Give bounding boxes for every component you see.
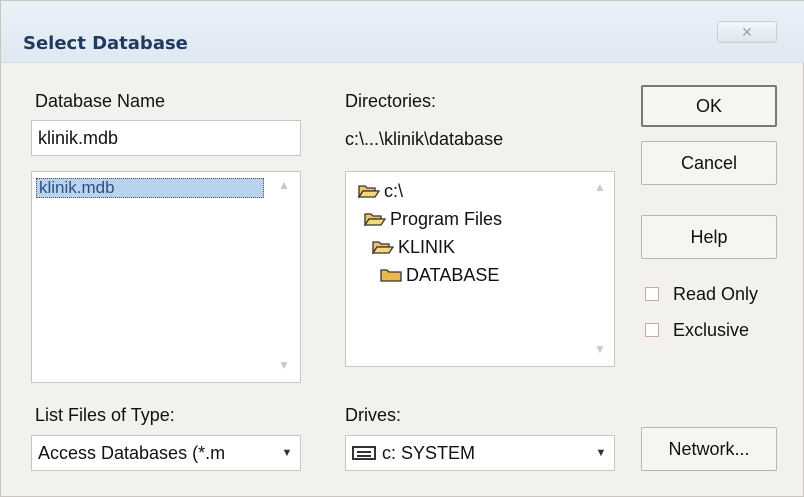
dialog-title: Select Database — [23, 33, 188, 54]
drives-value: c: SYSTEM — [382, 443, 476, 463]
directory-list[interactable]: c:\ Program Files KLINIK DATABASE ▲ ▼ — [345, 171, 615, 367]
help-button[interactable]: Help — [641, 215, 777, 259]
drives-label: Drives: — [345, 405, 402, 425]
title-bar: Select Database ✕ — [1, 1, 804, 63]
file-type-label: List Files of Type: — [35, 405, 175, 425]
network-button[interactable]: Network... — [641, 427, 777, 471]
file-type-select[interactable]: Access Databases (*.m ▼ — [31, 435, 301, 471]
folder-icon — [380, 268, 402, 282]
directory-name: c:\ — [384, 181, 404, 201]
open-folder-icon — [358, 184, 380, 198]
close-icon: ✕ — [741, 24, 753, 40]
directory-item-root[interactable]: c:\ — [358, 180, 403, 202]
ok-button[interactable]: OK — [641, 85, 777, 127]
hard-drive-icon — [352, 446, 376, 460]
database-file-list[interactable]: klinik.mdb ▲ ▼ — [31, 171, 301, 383]
chevron-down-icon[interactable]: ▼ — [592, 436, 610, 470]
directory-name: DATABASE — [406, 265, 500, 285]
directory-item-klinik[interactable]: KLINIK — [372, 236, 455, 258]
file-type-value: Access Databases (*.m — [38, 443, 226, 463]
open-folder-icon — [364, 212, 386, 226]
drives-select[interactable]: c: SYSTEM ▼ — [345, 435, 615, 471]
select-database-dialog: Select Database ✕ Database Name klinik.m… — [0, 0, 804, 497]
scroll-down-arrow-icon[interactable]: ▼ — [590, 342, 610, 356]
exclusive-checkbox[interactable] — [645, 323, 659, 337]
current-directory-path: c:\...\klinik\database — [345, 129, 504, 149]
directory-item-database[interactable]: DATABASE — [380, 264, 499, 286]
directories-label: Directories: — [345, 91, 437, 111]
database-name-input[interactable]: klinik.mdb — [31, 120, 301, 156]
scroll-up-arrow-icon[interactable]: ▲ — [274, 178, 294, 192]
directory-name: KLINIK — [398, 237, 456, 257]
read-only-checkbox[interactable] — [645, 287, 659, 301]
directory-name: Program Files — [390, 209, 503, 229]
chevron-down-icon[interactable]: ▼ — [278, 436, 296, 470]
scroll-up-arrow-icon[interactable]: ▲ — [590, 180, 610, 194]
exclusive-label: Exclusive — [673, 320, 750, 340]
scroll-down-arrow-icon[interactable]: ▼ — [274, 358, 294, 372]
open-folder-icon — [372, 240, 394, 254]
cancel-button[interactable]: Cancel — [641, 141, 777, 185]
list-item-klinik-mdb[interactable]: klinik.mdb — [36, 178, 264, 198]
directory-item-program-files[interactable]: Program Files — [364, 208, 502, 230]
read-only-label: Read Only — [673, 284, 759, 304]
database-name-label: Database Name — [35, 91, 166, 111]
close-button[interactable]: ✕ — [717, 21, 777, 43]
